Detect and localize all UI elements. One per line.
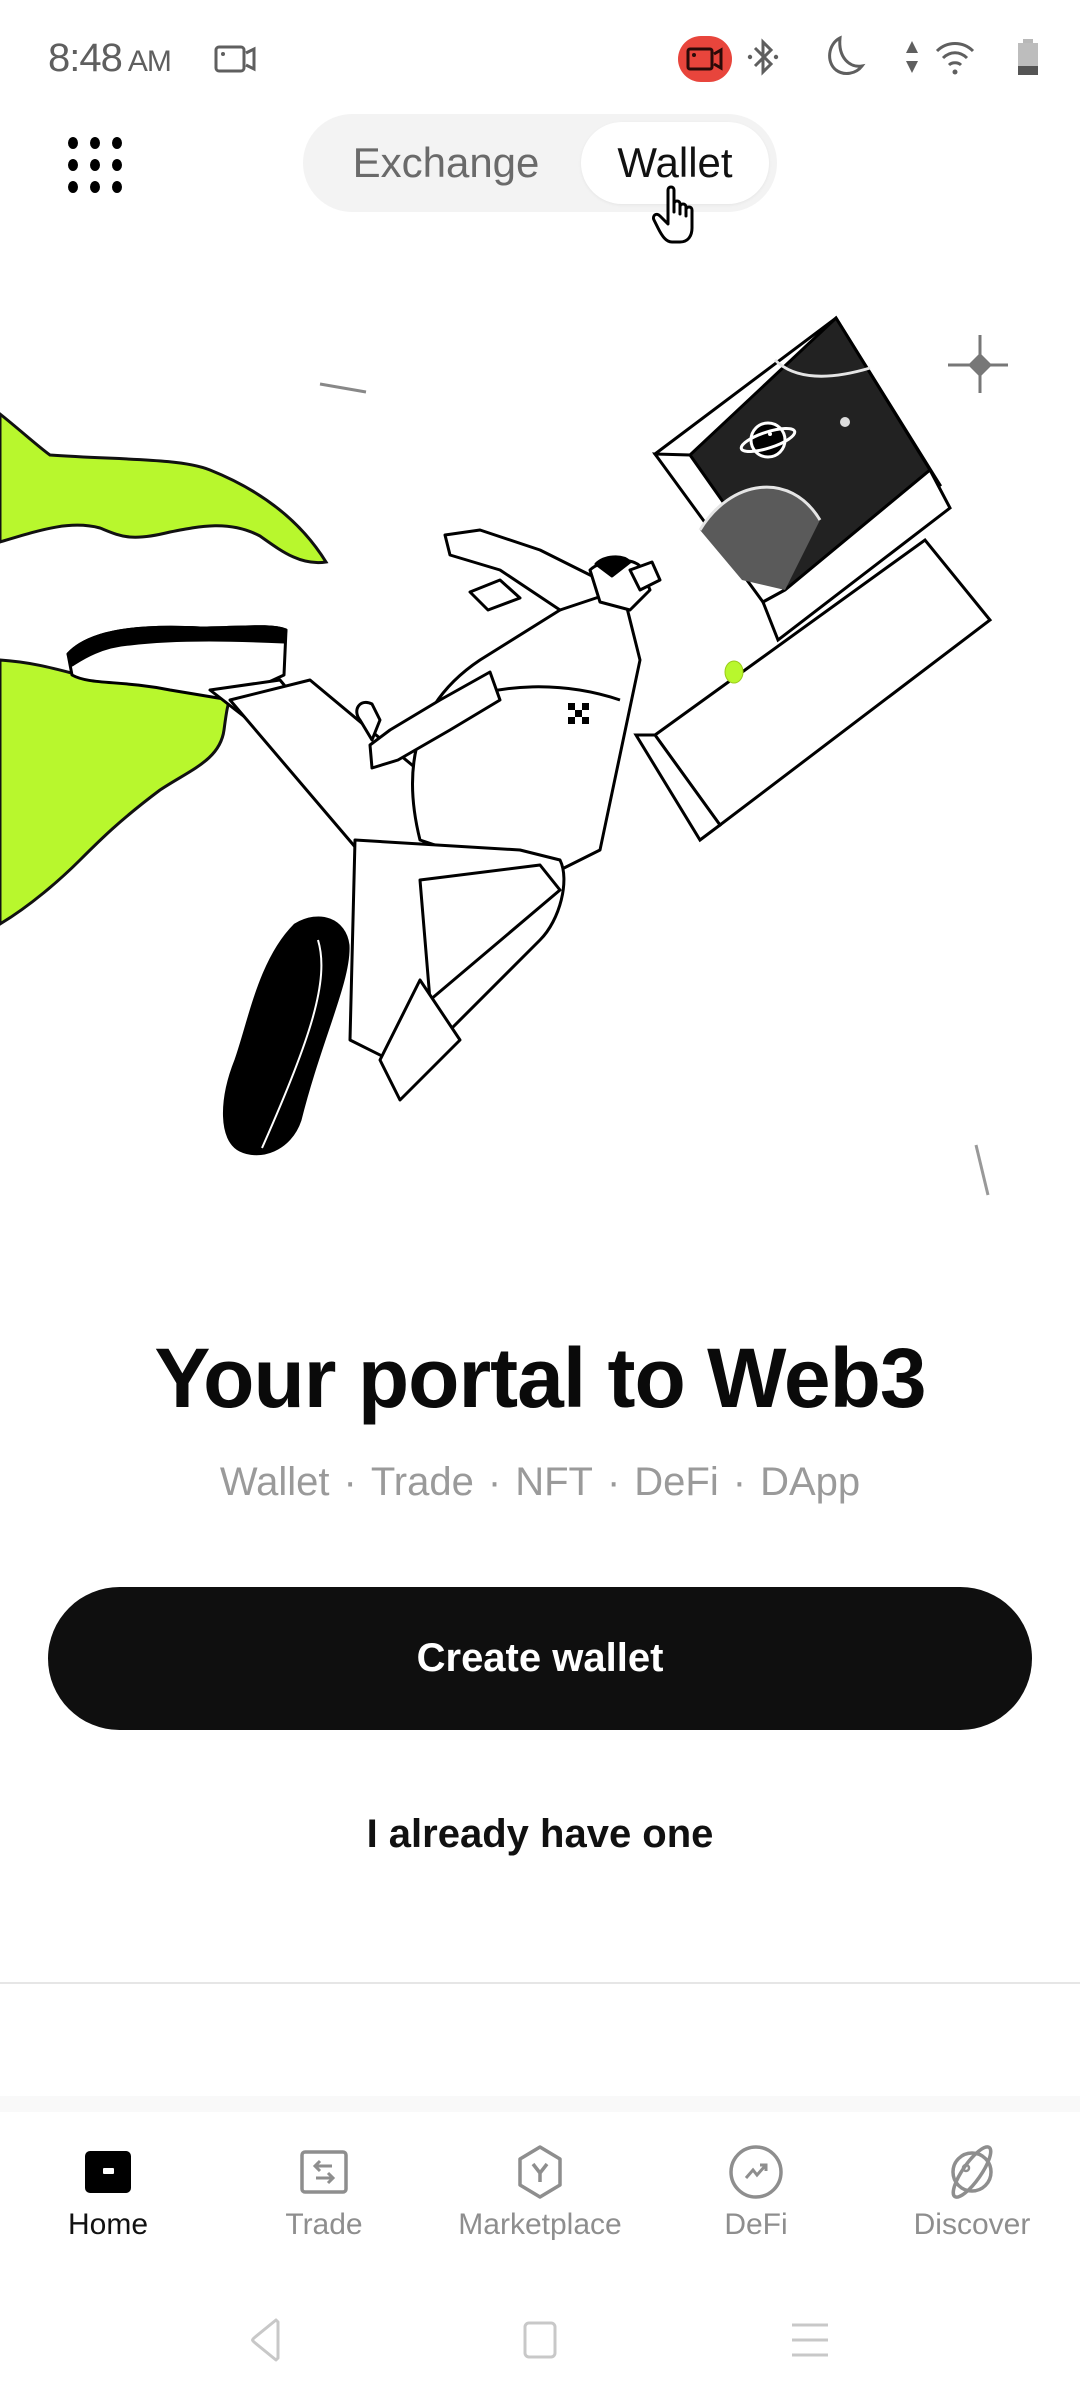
astronaut-portal-illustration [0, 280, 1080, 1240]
green-flame-top [0, 412, 329, 565]
nav-separator-band [0, 2096, 1080, 2112]
tagline: Wallet · Trade · NFT · DeFi · DApp [0, 1460, 1080, 1505]
back-icon[interactable] [236, 2310, 296, 2370]
wallet-home-icon [80, 2144, 136, 2200]
tagline-separator: · [487, 1460, 502, 1504]
dark-shoe [222, 916, 350, 1156]
nav-label: Discover [913, 2208, 1031, 2241]
grid-dot [90, 181, 100, 193]
decor-dash [974, 1144, 990, 1196]
recents-menu-icon[interactable] [780, 2310, 840, 2370]
grid-dot [112, 159, 122, 171]
tagline-item: NFT [515, 1460, 593, 1504]
trend-chart-icon [728, 2144, 784, 2200]
grid-dot [112, 137, 122, 149]
nav-item-discover[interactable]: Discover [864, 2112, 1080, 2252]
nav-item-trade[interactable]: Trade [216, 2112, 432, 2252]
tagline-separator: · [343, 1460, 357, 1504]
data-arrows-icon [904, 37, 920, 82]
apps-menu-button[interactable] [62, 132, 128, 198]
nav-item-marketplace[interactable]: Marketplace [432, 2112, 648, 2252]
tagline-item: Wallet [219, 1460, 330, 1504]
status-time-ampm: AM [127, 45, 172, 78]
import-wallet-link[interactable]: I already have one [0, 1812, 1080, 1857]
tab-exchange[interactable]: Exchange [311, 122, 581, 204]
decor-dash [319, 382, 367, 394]
tagline-item: Trade [370, 1460, 474, 1504]
grid-dot [68, 159, 78, 171]
grid-dot [68, 137, 78, 149]
bottom-nav: Home Trade Marketplace DeFi Discover [0, 2112, 1080, 2252]
nav-item-defi[interactable]: DeFi [648, 2112, 864, 2252]
nav-label: Trade [285, 2208, 363, 2241]
sparkle-icon [948, 335, 1008, 393]
battery-icon [1016, 37, 1040, 82]
swap-arrows-icon [296, 2144, 352, 2200]
portal-frame [633, 315, 993, 843]
hexagon-y-icon [512, 2144, 568, 2200]
divider [0, 1982, 1080, 1984]
tagline-item: DApp [760, 1460, 861, 1504]
status-time-value: 8:48 [48, 36, 123, 80]
nav-label: DeFi [724, 2208, 788, 2241]
home-icon[interactable] [510, 2310, 570, 2370]
system-navigation-bar [0, 2300, 1080, 2400]
tagline-separator: · [606, 1460, 621, 1504]
wifi-icon [934, 37, 976, 82]
nav-item-home[interactable]: Home [0, 2112, 216, 2252]
hand-cursor-icon [650, 184, 710, 253]
nav-label: Home [67, 2208, 149, 2241]
green-dot [724, 660, 744, 684]
grid-dot [68, 181, 78, 193]
tagline-item: DeFi [634, 1460, 719, 1504]
screen-record-icon [214, 44, 258, 79]
tagline-separator: · [732, 1460, 747, 1504]
nav-label: Marketplace [458, 2208, 622, 2241]
bluetooth-icon [746, 37, 780, 82]
grid-dot [90, 159, 100, 171]
status-icons [678, 34, 1040, 84]
grid-dot [90, 137, 100, 149]
page-title: Your portal to Web3 [154, 1331, 926, 1425]
status-time: 8:48 AM [48, 36, 172, 81]
astronaut-figure [66, 528, 662, 1156]
do-not-disturb-moon-icon [822, 34, 866, 85]
planet-icon [944, 2144, 1000, 2200]
recording-active-icon [678, 36, 732, 82]
status-bar: 8:48 AM [0, 0, 1080, 120]
grid-dot [112, 181, 122, 193]
create-wallet-button[interactable]: Create wallet [48, 1587, 1032, 1730]
